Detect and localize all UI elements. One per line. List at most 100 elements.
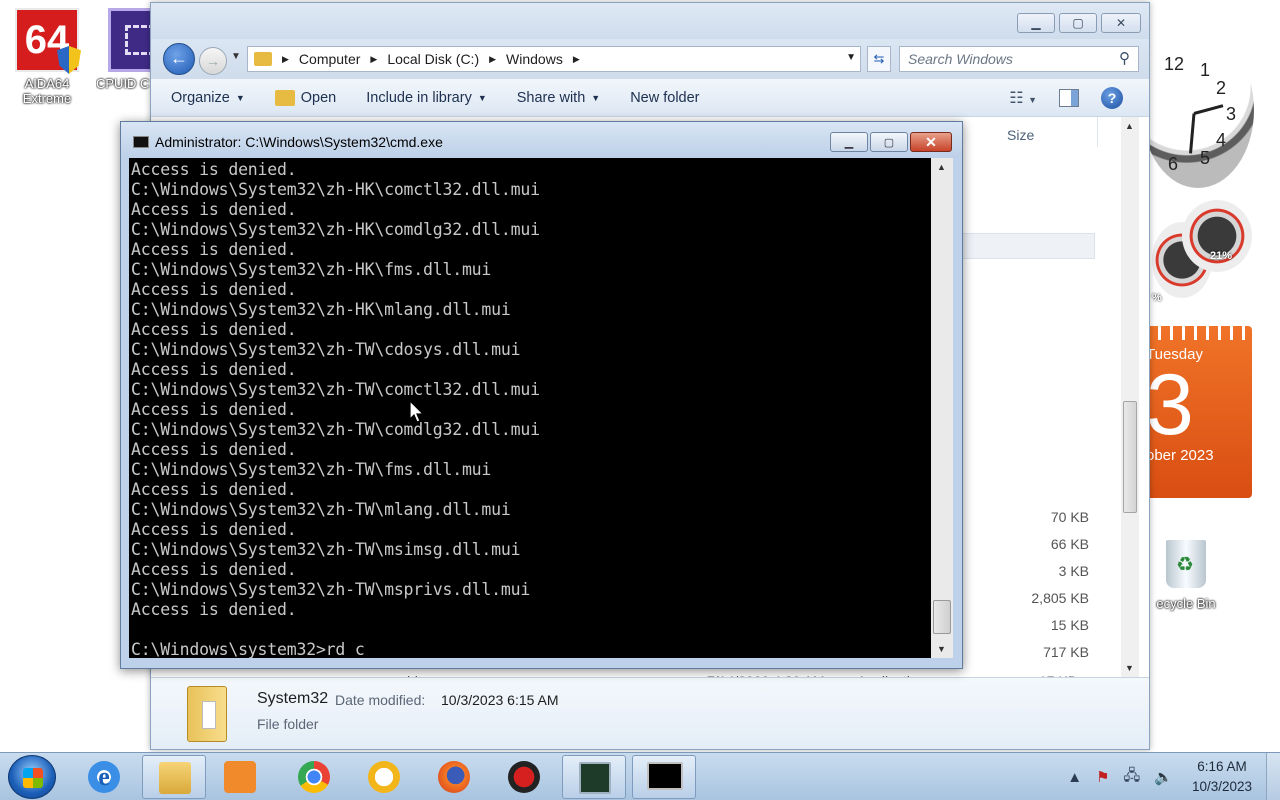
column-header-size[interactable]: Size <box>1007 127 1034 143</box>
refresh-button[interactable]: ⇆ <box>867 46 891 72</box>
console-line: C:\Windows\System32\zh-TW\fms.dll.mui <box>131 460 492 479</box>
desktop-icon-recycle-bin[interactable]: ecycle Bin <box>1146 540 1226 611</box>
back-button[interactable]: ← <box>163 43 195 75</box>
desktop-icon-label-line2: Extreme <box>22 91 72 106</box>
breadcrumb-windows[interactable]: Windows <box>500 51 569 67</box>
maximize-icon: ▢ <box>883 136 895 149</box>
folder-icon <box>254 52 272 66</box>
share-label: Share with <box>516 89 586 106</box>
include-in-library-menu[interactable]: Include in library ▼ <box>366 90 487 106</box>
volume-icon[interactable]: 🔈 <box>1154 768 1173 786</box>
cmd-scrollbar-thumb[interactable] <box>933 600 951 634</box>
calendar-gadget[interactable]: Tuesday 3 ober 2023 <box>1146 326 1252 498</box>
network-icon[interactable]: 🖧 <box>1124 765 1141 790</box>
breadcrumb-separator[interactable]: ▶ <box>485 54 500 65</box>
firefox-icon <box>438 761 470 793</box>
taskbar-media-player[interactable] <box>208 755 272 799</box>
explorer-titlebar[interactable]: ▁ ▢ ✕ <box>151 3 1149 39</box>
windows-explorer-icon <box>159 762 191 794</box>
console-line: Access is denied. <box>131 480 297 499</box>
console-line: C:\Windows\System32\zh-TW\comdlg32.dll.m… <box>131 420 540 439</box>
desktop-icon-aida64[interactable]: 64 AIDA64 Extreme <box>2 8 92 106</box>
console-output[interactable]: Access is denied. C:\Windows\System32\zh-… <box>129 158 931 658</box>
file-size-cell: 66 KB <box>1050 536 1089 552</box>
taskbar-internet-explorer[interactable]: e <box>72 755 136 799</box>
date-modified-label: Date modified: <box>335 692 426 708</box>
taskbar-vpn[interactable] <box>352 755 416 799</box>
column-divider[interactable] <box>1097 117 1098 147</box>
cmd-scrollbar[interactable]: ▲ ▼ <box>931 158 953 658</box>
help-icon[interactable]: ? <box>1101 87 1123 109</box>
organize-label: Organize <box>171 89 230 106</box>
scroll-down-icon[interactable]: ▼ <box>937 644 946 654</box>
recent-pages-button[interactable]: ▼ <box>231 51 241 62</box>
search-icon[interactable]: ⚲ <box>1119 49 1130 67</box>
cpu-meter-gadget[interactable]: 21% % <box>1152 200 1262 310</box>
scroll-down-icon[interactable]: ▼ <box>1125 663 1134 673</box>
maximize-button[interactable]: ▢ <box>1059 13 1097 33</box>
search-placeholder: Search Windows <box>908 51 1013 67</box>
address-dropdown-icon[interactable]: ▼ <box>846 52 856 63</box>
start-button[interactable] <box>8 755 56 799</box>
open-button[interactable]: Open <box>274 89 336 106</box>
taskbar-chrome[interactable] <box>282 755 346 799</box>
clock-minute-hand <box>1189 113 1196 154</box>
console-line: Access is denied. <box>131 560 297 579</box>
cmd-close-button[interactable]: ✕ <box>910 132 952 152</box>
search-input[interactable]: Search Windows ⚲ <box>899 46 1139 72</box>
action-center-flag-icon[interactable]: ⚑ <box>1096 768 1109 786</box>
details-pane: System32 Date modified: 10/3/2023 6:15 A… <box>151 677 1149 749</box>
breadcrumb-separator[interactable]: ▶ <box>569 54 584 65</box>
clock-number: 1 <box>1200 60 1211 80</box>
vpn-lock-icon <box>368 761 400 793</box>
address-bar[interactable]: ▶ Computer ▶ Local Disk (C:) ▶ Windows ▶… <box>247 46 861 72</box>
calendar-rings <box>1146 326 1252 340</box>
file-list-scrollbar[interactable]: ▲ ▼ <box>1121 117 1139 677</box>
taskbar-security-app[interactable] <box>492 755 556 799</box>
new-folder-button[interactable]: New folder <box>630 90 699 106</box>
console-line: Access is denied. <box>131 160 297 179</box>
uac-shield-icon <box>57 46 81 74</box>
refresh-icon: ⇆ <box>873 51 885 66</box>
preview-pane-icon[interactable] <box>1059 89 1079 107</box>
cmd-maximize-button[interactable]: ▢ <box>870 132 908 152</box>
console-line: C:\Windows\System32\zh-HK\mlang.dll.mui <box>131 300 511 319</box>
cmd-title: Administrator: C:\Windows\System32\cmd.e… <box>155 134 443 150</box>
recycle-bin-icon <box>1166 540 1206 588</box>
taskbar-firefox[interactable] <box>422 755 486 799</box>
show-hidden-icons-icon[interactable]: ▲ <box>1067 769 1082 786</box>
minimize-button[interactable]: ▁ <box>1017 13 1055 33</box>
taskbar: e ▲ ⚑ 🖧 🔈 6:16 AM 10/3/2023 <box>0 752 1280 800</box>
breadcrumb-local-disk[interactable]: Local Disk (C:) <box>381 51 485 67</box>
close-button[interactable]: ✕ <box>1101 13 1141 33</box>
desktop-icon-cpuid[interactable]: CPUID C <box>96 8 150 91</box>
cpuid-icon <box>108 8 150 72</box>
scrollbar-thumb[interactable] <box>1123 401 1137 513</box>
forward-button[interactable]: → <box>199 47 227 75</box>
scroll-up-icon[interactable]: ▲ <box>1125 121 1134 131</box>
breadcrumb-separator[interactable]: ▶ <box>366 54 381 65</box>
share-with-menu[interactable]: Share with ▼ <box>517 90 600 106</box>
cmd-titlebar[interactable]: Administrator: C:\Windows\System32\cmd.e… <box>121 122 962 158</box>
recycle-bin-label: ecycle Bin <box>1156 596 1216 611</box>
taskbar-task-manager[interactable] <box>562 755 626 799</box>
breadcrumb-separator[interactable]: ▶ <box>278 54 293 65</box>
clock[interactable]: 6:16 AM 10/3/2023 <box>1192 757 1252 797</box>
desktop-icon-label: AIDA64 <box>24 76 70 91</box>
taskbar-command-prompt[interactable] <box>632 755 696 799</box>
security-app-icon <box>508 761 540 793</box>
show-desktop-button[interactable] <box>1266 753 1280 800</box>
clock-number: 12 <box>1164 54 1185 74</box>
selected-item-type: File folder <box>257 716 319 732</box>
breadcrumb-computer[interactable]: Computer <box>293 51 366 67</box>
taskbar-windows-explorer[interactable] <box>142 755 206 799</box>
clock-number: 2 <box>1216 78 1227 98</box>
chrome-icon <box>298 761 330 793</box>
cmd-minimize-button[interactable]: ▁ <box>830 132 868 152</box>
clock-gadget[interactable]: 12 1 2 3 4 5 6 <box>1142 32 1260 190</box>
cmd-window[interactable]: Administrator: C:\Windows\System32\cmd.e… <box>120 121 963 669</box>
organize-menu[interactable]: Organize ▼ <box>171 90 245 106</box>
mouse-cursor-icon <box>409 399 425 427</box>
scroll-up-icon[interactable]: ▲ <box>937 162 946 172</box>
change-view-icon[interactable]: ☷ ▼ <box>1009 88 1037 108</box>
